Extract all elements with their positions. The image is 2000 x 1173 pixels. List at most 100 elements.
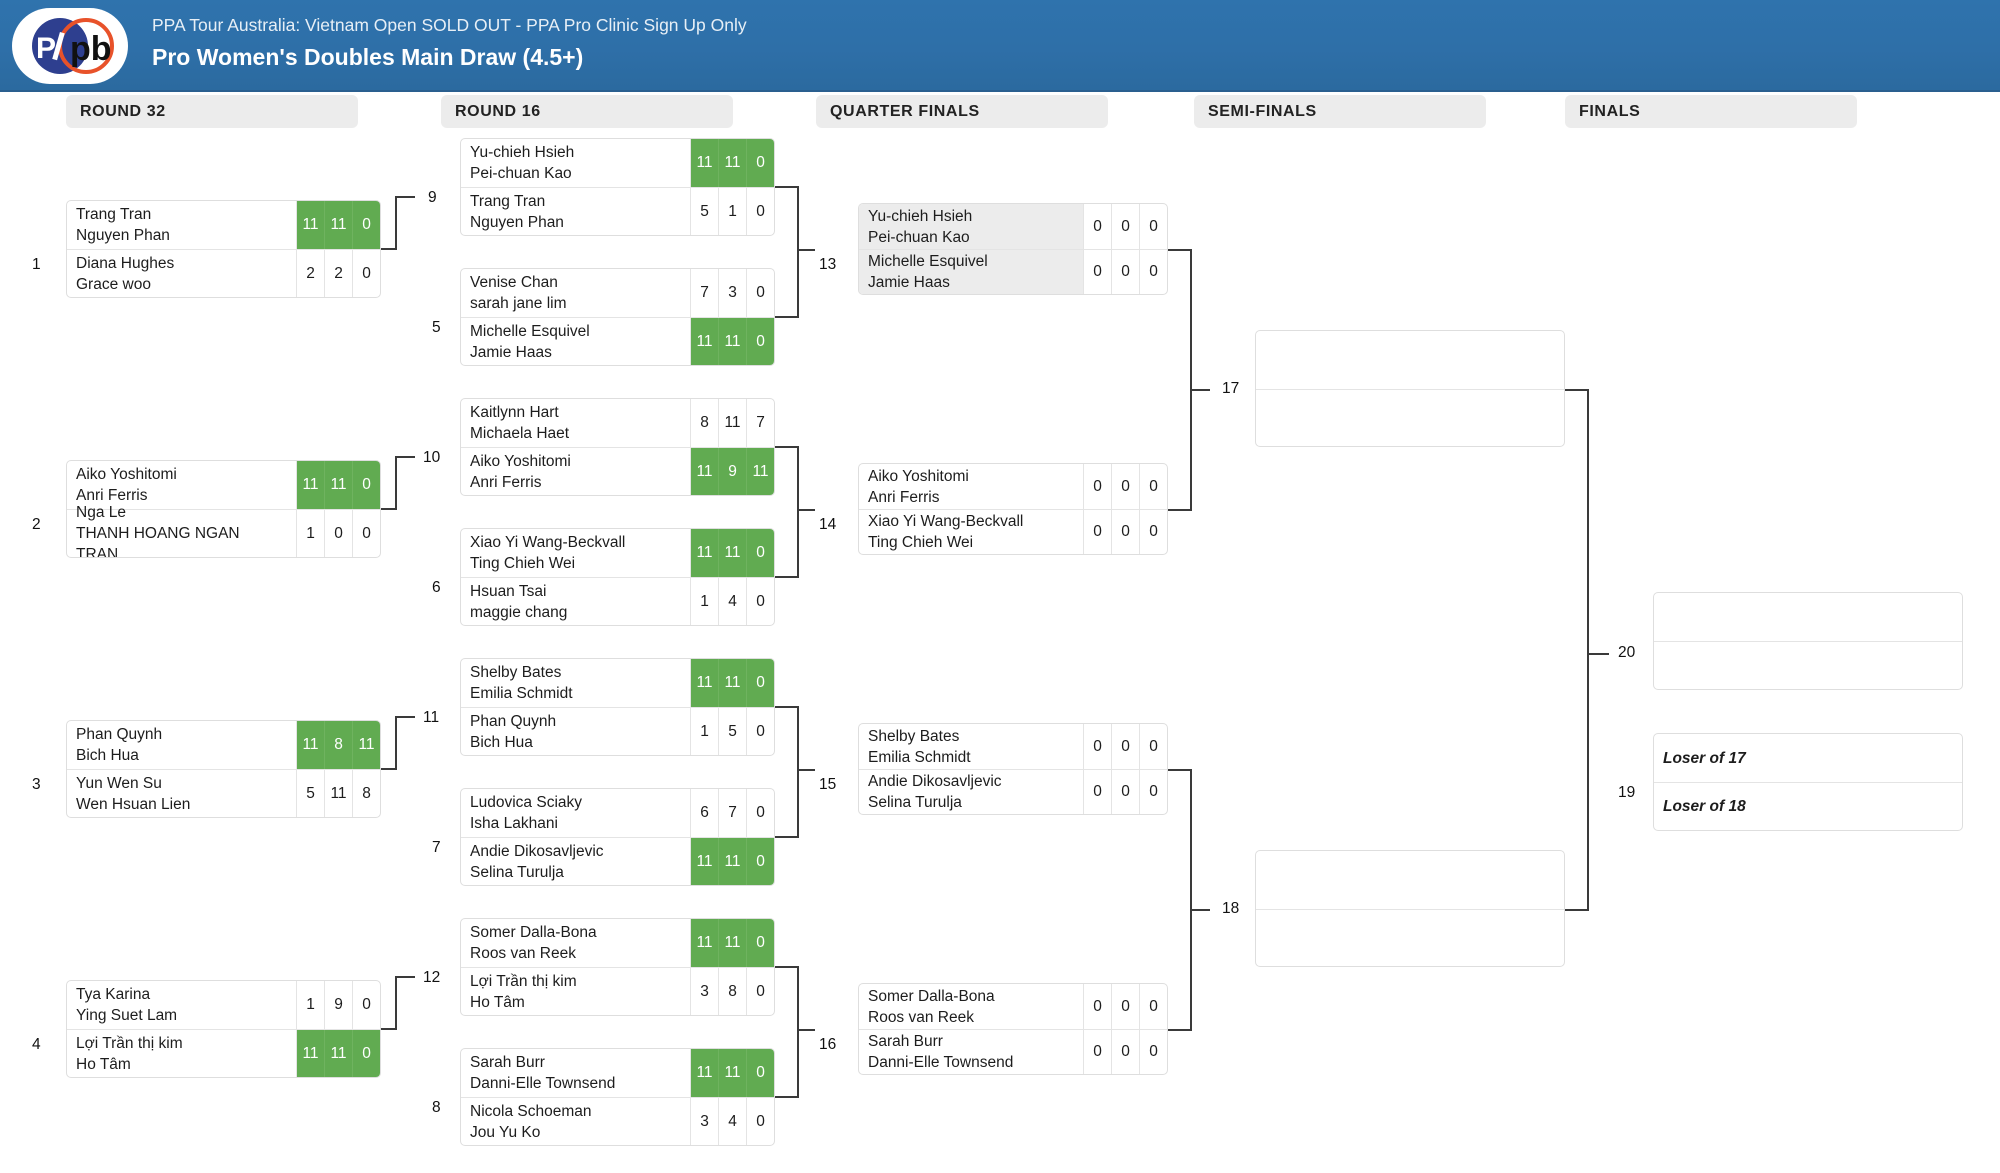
- header-text-block: PPA Tour Australia: Vietnam Open SOLD OU…: [152, 14, 747, 72]
- team-row-bottom[interactable]: Sarah Burr Danni-Elle Townsend 0 0 0: [859, 1029, 1167, 1074]
- team-row-top[interactable]: [1256, 331, 1564, 389]
- team-row-top[interactable]: Aiko Yoshitomi Anri Ferris 0 0 0: [859, 464, 1167, 509]
- match-box-2[interactable]: Aiko Yoshitomi Anri Ferris 11 11 0 Nga L…: [66, 460, 381, 558]
- round-header-semi-finals[interactable]: SEMI-FINALS: [1194, 95, 1486, 128]
- team-row-top[interactable]: Somer Dalla-Bona Roos van Reek 0 0 0: [859, 984, 1167, 1029]
- team-row-loser[interactable]: Kaitlynn Hart Michaela Haet 8 11 7: [461, 399, 774, 447]
- match-box-10[interactable]: Kaitlynn Hart Michaela Haet 8 11 7 Aiko …: [460, 398, 775, 496]
- score-game-3: 0: [352, 510, 380, 557]
- score-cells: 5 11 8: [296, 770, 380, 817]
- player-name: Grace woo: [76, 275, 151, 293]
- team-row-top[interactable]: [1654, 593, 1962, 641]
- team-row-top[interactable]: Shelby Bates Emilia Schmidt 0 0 0: [859, 724, 1167, 769]
- score-game-2: 11: [324, 461, 352, 509]
- score-cells: 0 0 0: [1083, 770, 1167, 814]
- player-name: Emilia Schmidt: [868, 748, 971, 766]
- score-game-1: 0: [1083, 250, 1111, 294]
- team-row-loser[interactable]: Diana Hughes Grace woo 2 2 0: [67, 249, 380, 297]
- match-box-14[interactable]: Aiko Yoshitomi Anri Ferris 0 0 0 Xiao Yi…: [858, 463, 1168, 555]
- round-header-finals[interactable]: FINALS: [1565, 95, 1857, 128]
- team-row-winner[interactable]: Andie Dikosavljevic Selina Turulja 11 11…: [461, 837, 774, 885]
- round-header-round-32[interactable]: ROUND 32: [66, 95, 358, 128]
- team-row-bottom[interactable]: [1256, 908, 1564, 967]
- score-cells: 1 4 0: [690, 578, 774, 625]
- match-box-15[interactable]: Shelby Bates Emilia Schmidt 0 0 0 Andie …: [858, 723, 1168, 815]
- team-row-bottom[interactable]: Xiao Yi Wang-Beckvall Ting Chieh Wei 0 0…: [859, 509, 1167, 554]
- connector-line: [395, 456, 415, 458]
- match-box-19[interactable]: Loser of 17 Loser of 18: [1653, 733, 1963, 831]
- match-box-5[interactable]: Venise Chan sarah jane lim 7 3 0 Michell…: [460, 268, 775, 366]
- match-box-1[interactable]: Trang Tran Nguyen Phan 11 11 0 Diana Hug…: [66, 200, 381, 298]
- score-game-2: 0: [1111, 204, 1139, 249]
- match-box-11[interactable]: Shelby Bates Emilia Schmidt 11 11 0 Phan…: [460, 658, 775, 756]
- score-cells: 11 11 0: [296, 201, 380, 249]
- team-row-winner[interactable]: Sarah Burr Danni-Elle Townsend 11 11 0: [461, 1049, 774, 1097]
- team-row-loser[interactable]: Nga Le THANH HOANG NGAN TRAN 1 0 0: [67, 504, 380, 557]
- team-names: Trang Tran Nguyen Phan: [461, 188, 690, 235]
- team-row-loser[interactable]: Yun Wen Su Wen Hsuan Lien 5 11 8: [67, 769, 380, 817]
- connector-line: [775, 576, 799, 578]
- team-row-winner[interactable]: Lợi Trần thị kim Ho Tâm 11 11 0: [67, 1029, 380, 1077]
- round-header-quarter-finals[interactable]: QUARTER FINALS: [816, 95, 1108, 128]
- team-row-bottom[interactable]: [1256, 388, 1564, 447]
- team-row-bottom[interactable]: Michelle Esquivel Jamie Haas 0 0 0: [859, 249, 1167, 294]
- match-number-19: 19: [1618, 784, 1636, 801]
- team-row-bottom[interactable]: Loser of 18: [1654, 782, 1962, 830]
- player-name: Ting Chieh Wei: [470, 555, 576, 572]
- round-header-round-16[interactable]: ROUND 16: [441, 95, 733, 128]
- team-row-loser[interactable]: Venise Chan sarah jane lim 7 3 0: [461, 269, 774, 317]
- match-number-1: 1: [32, 256, 41, 273]
- team-names: Sarah Burr Danni-Elle Townsend: [859, 1030, 1083, 1074]
- team-row-winner[interactable]: Shelby Bates Emilia Schmidt 11 11 0: [461, 659, 774, 707]
- score-game-1: 11: [296, 461, 324, 509]
- score-game-1: 2: [296, 250, 324, 297]
- score-game-2: 0: [1111, 250, 1139, 294]
- match-box-18[interactable]: [1255, 850, 1565, 967]
- connector-line: [1190, 769, 1192, 1031]
- team-row-loser[interactable]: Lợi Trần thị kim Ho Tâm 3 8 0: [461, 967, 774, 1015]
- team-row-winner[interactable]: Phan Quynh Bich Hua 11 8 11: [67, 721, 380, 769]
- team-row-winner[interactable]: Somer Dalla-Bona Roos van Reek 11 11 0: [461, 919, 774, 967]
- team-row-loser[interactable]: Phan Quynh Bich Hua 1 5 0: [461, 707, 774, 755]
- team-row-top[interactable]: Loser of 17: [1654, 734, 1962, 782]
- team-row-winner[interactable]: Xiao Yi Wang-Beckvall Ting Chieh Wei 11 …: [461, 529, 774, 577]
- match-box-16[interactable]: Somer Dalla-Bona Roos van Reek 0 0 0 Sar…: [858, 983, 1168, 1075]
- team-row-top[interactable]: Yu-chieh Hsieh Pei-chuan Kao 0 0 0: [859, 204, 1167, 249]
- player-name: Danni-Elle Townsend: [470, 1075, 616, 1092]
- match-box-4[interactable]: Tya Karina Ying Suet Lam 1 9 0 Lợi Trần …: [66, 980, 381, 1078]
- score-game-3: 0: [746, 188, 774, 235]
- team-row-winner[interactable]: Yu-chieh Hsieh Pei-chuan Kao 11 11 0: [461, 139, 774, 187]
- match-box-3[interactable]: Phan Quynh Bich Hua 11 8 11 Yun Wen Su W…: [66, 720, 381, 818]
- match-box-7[interactable]: Ludovica Sciaky Isha Lakhani 6 7 0 Andie…: [460, 788, 775, 886]
- match-box-9[interactable]: Yu-chieh Hsieh Pei-chuan Kao 11 11 0 Tra…: [460, 138, 775, 236]
- team-row-loser[interactable]: Nicola Schoeman Jou Yu Ko 3 4 0: [461, 1097, 774, 1145]
- match-box-17[interactable]: [1255, 330, 1565, 447]
- match-number-13: 13: [819, 256, 837, 273]
- team-row-winner[interactable]: Trang Tran Nguyen Phan 11 11 0: [67, 201, 380, 249]
- score-game-3: 0: [746, 919, 774, 967]
- score-cells: 2 2 0: [296, 250, 380, 297]
- match-box-13[interactable]: Yu-chieh Hsieh Pei-chuan Kao 0 0 0 Miche…: [858, 203, 1168, 295]
- match-box-8[interactable]: Sarah Burr Danni-Elle Townsend 11 11 0 N…: [460, 1048, 775, 1146]
- match-box-20[interactable]: [1653, 592, 1963, 690]
- team-row-winner[interactable]: Michelle Esquivel Jamie Haas 11 11 0: [461, 317, 774, 365]
- team-row-top[interactable]: [1256, 851, 1564, 909]
- team-row-loser[interactable]: Hsuan Tsai maggie chang 1 4 0: [461, 577, 774, 625]
- connector-line: [775, 1096, 799, 1098]
- score-cells: 0 0 0: [1083, 1030, 1167, 1074]
- team-row-bottom[interactable]: Andie Dikosavljevic Selina Turulja 0 0 0: [859, 769, 1167, 814]
- team-row-bottom[interactable]: [1654, 641, 1962, 689]
- match-box-12[interactable]: Somer Dalla-Bona Roos van Reek 11 11 0 L…: [460, 918, 775, 1016]
- score-game-1: 11: [690, 919, 718, 967]
- player-name: Phan Quynh: [76, 726, 163, 743]
- team-names: Phan Quynh Bich Hua: [67, 721, 296, 769]
- team-row-loser[interactable]: Ludovica Sciaky Isha Lakhani 6 7 0: [461, 789, 774, 837]
- score-game-3: 0: [1139, 724, 1167, 769]
- team-row-loser[interactable]: Tya Karina Ying Suet Lam 1 9 0: [67, 981, 380, 1029]
- logo-svg: P pb: [32, 18, 114, 74]
- player-name: Isha Lakhani: [470, 815, 558, 832]
- score-cells: 0 0 0: [1083, 250, 1167, 294]
- team-row-winner[interactable]: Aiko Yoshitomi Anri Ferris 11 9 11: [461, 447, 774, 495]
- match-box-6[interactable]: Xiao Yi Wang-Beckvall Ting Chieh Wei 11 …: [460, 528, 775, 626]
- team-row-loser[interactable]: Trang Tran Nguyen Phan 5 1 0: [461, 187, 774, 235]
